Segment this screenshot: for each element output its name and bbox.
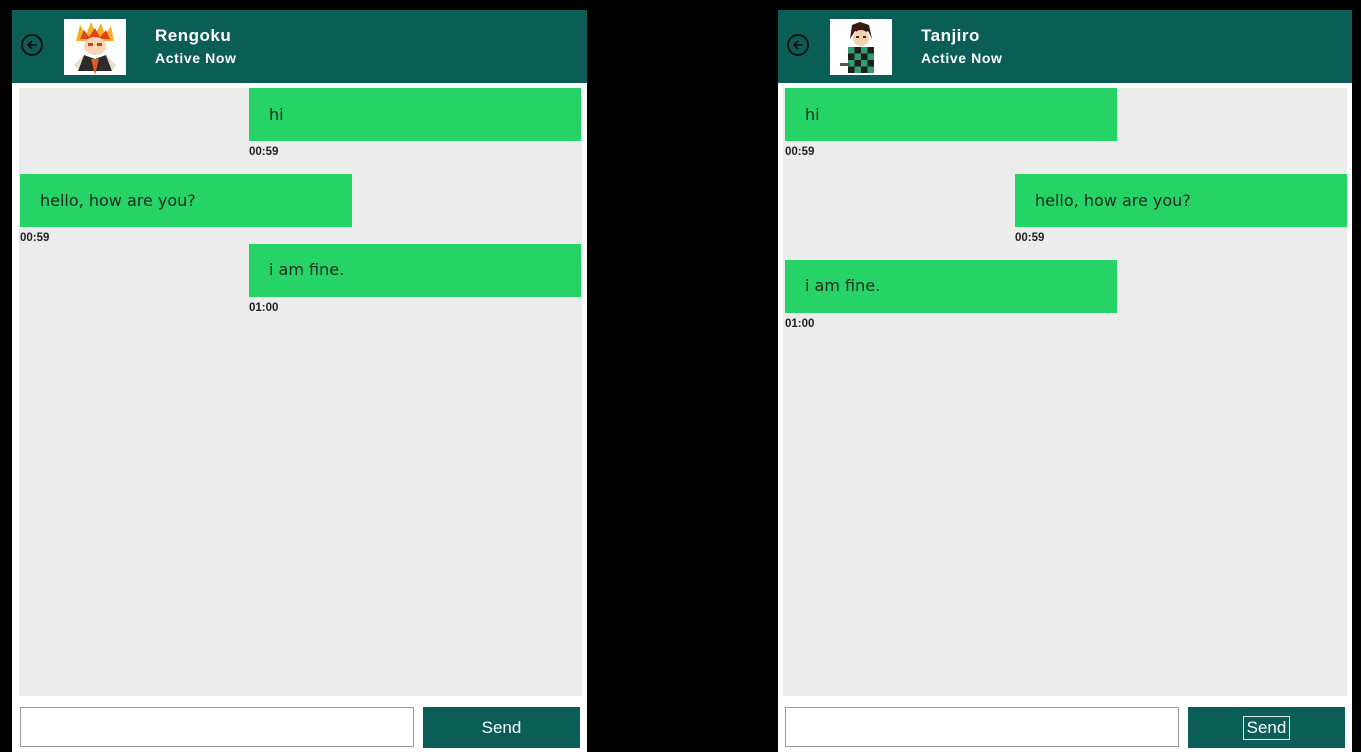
chat-window-rengoku: Rengoku Active Now hi 00:59 hello, how a…: [12, 10, 587, 752]
back-arrow-icon[interactable]: [787, 34, 809, 56]
message-time: 00:59: [1015, 232, 1045, 244]
message-time: 01:00: [785, 318, 815, 330]
contact-avatar[interactable]: [64, 19, 126, 75]
composer: Send: [778, 696, 1352, 752]
message-input[interactable]: [785, 707, 1179, 747]
message-list[interactable]: hi 00:59 hello, how are you? 00:59 i am …: [19, 88, 582, 696]
message-bubble-received: hi: [785, 88, 1117, 141]
message-bubble-received: hello, how are you?: [20, 174, 352, 227]
message-time: 01:00: [249, 302, 279, 314]
chat-header: Tanjiro Active Now: [778, 10, 1352, 83]
message-time: 00:59: [249, 146, 279, 158]
composer: Send: [12, 696, 587, 752]
contact-avatar[interactable]: [830, 19, 892, 75]
message-input[interactable]: [20, 707, 414, 747]
send-button[interactable]: Send: [1188, 707, 1345, 748]
message-time: 00:59: [20, 232, 50, 244]
chat-window-tanjiro: Tanjiro Active Now hi 00:59 hello, how a…: [778, 10, 1352, 752]
message-time: 00:59: [785, 146, 815, 158]
back-arrow-icon[interactable]: [21, 34, 43, 56]
contact-status: Active Now: [155, 50, 237, 66]
message-list[interactable]: hi 00:59 hello, how are you? 00:59 i am …: [783, 88, 1347, 696]
send-button-label: Send: [1242, 715, 1291, 740]
message-bubble-received: i am fine.: [785, 260, 1117, 313]
chat-header: Rengoku Active Now: [12, 10, 587, 83]
message-bubble-sent: i am fine.: [249, 244, 581, 297]
message-bubble-sent: hello, how are you?: [1015, 174, 1347, 227]
send-button[interactable]: Send: [423, 707, 580, 748]
contact-name: Tanjiro: [921, 26, 980, 45]
app-stage: Rengoku Active Now hi 00:59 hello, how a…: [0, 0, 1361, 752]
contact-name: Rengoku: [155, 26, 232, 45]
contact-status: Active Now: [921, 50, 1003, 66]
message-bubble-sent: hi: [249, 88, 581, 141]
